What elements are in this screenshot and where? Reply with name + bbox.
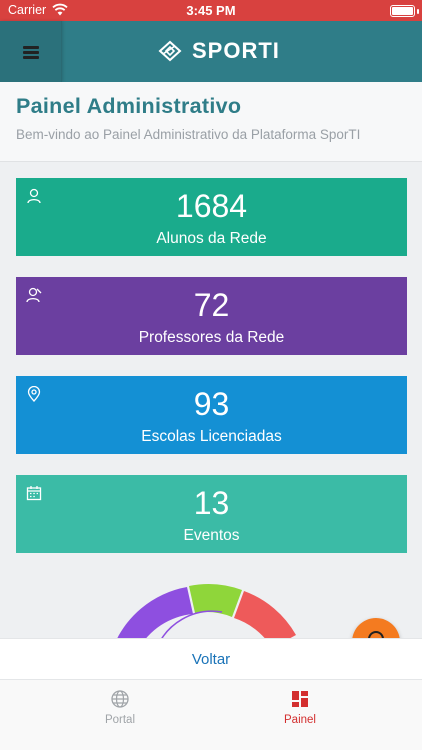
dashboard-icon <box>292 691 308 707</box>
back-button[interactable]: Voltar <box>0 651 422 668</box>
status-bar: Carrier 3:45 PM <box>0 0 422 21</box>
stat-value: 13 <box>193 485 230 521</box>
tab-painel[interactable]: Painel <box>250 690 350 726</box>
stat-label: Eventos <box>183 527 240 544</box>
menu-button[interactable] <box>0 21 62 82</box>
battery-tip <box>417 9 419 14</box>
hamburger-icon <box>23 56 39 59</box>
clock: 3:45 PM <box>186 3 236 18</box>
stat-value: 1684 <box>175 188 248 224</box>
page-heading: Painel Administrativo Bem-vindo ao Paine… <box>0 82 422 162</box>
stat-label: Escolas Licenciadas <box>141 428 282 445</box>
donut-segment-green <box>189 584 242 617</box>
app-header: SPORTI <box>0 21 422 82</box>
tab-label: Portal <box>104 714 136 726</box>
back-bar: Voltar <box>0 638 422 680</box>
stat-value: 93 <box>193 386 230 422</box>
stat-card-professores[interactable]: 72 Professores da Rede <box>16 277 407 355</box>
stat-label: Alunos da Rede <box>156 230 267 247</box>
tab-bar: Portal Painel <box>0 680 422 750</box>
stat-card-eventos[interactable]: 13 Eventos <box>16 475 407 553</box>
brand: SPORTI <box>158 38 280 64</box>
page-title: Painel Administrativo <box>16 94 242 118</box>
stat-card-escolas[interactable]: 93 Escolas Licenciadas <box>16 376 407 454</box>
stat-value: 72 <box>193 287 230 323</box>
battery-icon <box>390 5 415 17</box>
tab-label: Painel <box>284 714 316 726</box>
hamburger-icon <box>23 51 39 54</box>
tab-portal[interactable]: Portal <box>70 690 170 726</box>
stat-card-alunos[interactable]: 1684 Alunos da Rede <box>16 178 407 256</box>
globe-icon <box>111 690 129 708</box>
page-subtitle: Bem-vindo ao Painel Administrativo da Pl… <box>16 127 361 142</box>
hamburger-icon <box>23 46 39 49</box>
sporti-logo-icon <box>158 40 182 62</box>
brand-name: SPORTI <box>192 38 280 63</box>
stat-label: Professores da Rede <box>138 329 285 346</box>
